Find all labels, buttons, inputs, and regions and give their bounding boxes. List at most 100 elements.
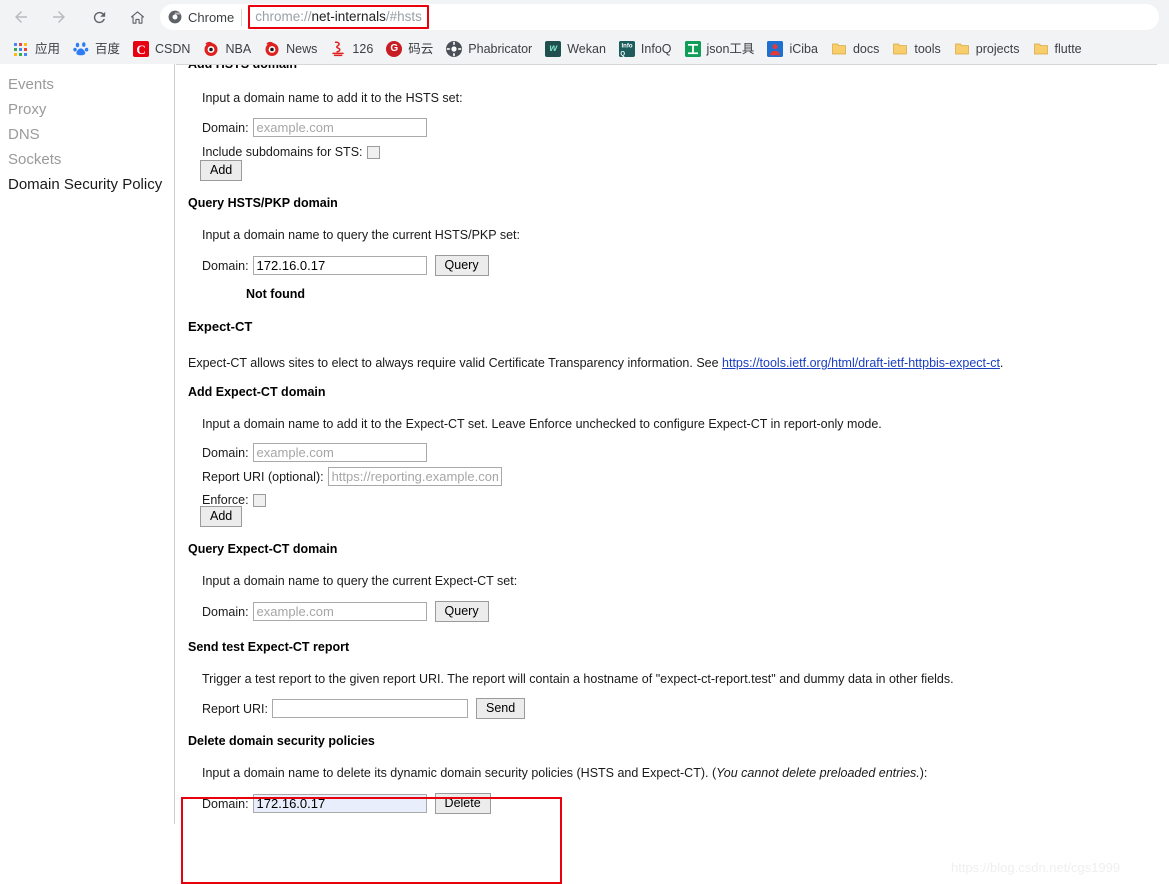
sidebar: Events Proxy DNS Sockets Domain Security… [0,64,175,824]
iciba-icon [767,41,784,57]
section-add-hsts: Add HSTS domain [188,64,1148,72]
add-expect-ct-domain-input[interactable] [252,443,427,462]
add-hsts-add-button[interactable]: Add [200,160,243,181]
bookmark-label: iCiba [789,42,818,56]
126-mail-icon [330,41,346,57]
forward-button[interactable] [44,2,74,32]
chrome-badge-label: Chrome [188,9,235,25]
bookmark-infoq[interactable]: Info Q InfoQ [613,38,678,60]
query-hsts-query-button[interactable]: Query [434,255,489,276]
json-tool-icon [684,41,701,57]
folder-icon [954,41,970,57]
delete-policies-description-end: ): [919,766,928,780]
bookmark-label: docs [852,42,880,56]
sidebar-item-sockets[interactable]: Sockets [0,147,174,172]
sidebar-item-dns[interactable]: DNS [0,122,174,147]
folder-icon [1033,41,1049,57]
add-expect-ct-report-uri-input[interactable] [327,467,502,486]
expect-ct-heading: Expect-CT [188,319,253,334]
sidebar-item-events[interactable]: Events [0,72,174,97]
bookmark-phabricator[interactable]: Phabricator [440,38,538,60]
add-hsts-description: Input a domain name to add it to the HST… [202,91,463,105]
address-bar[interactable]: Chrome chrome://net-internals/#hsts [160,4,1159,30]
url-fragment: /#hsts [385,9,422,24]
delete-policies-heading: Delete domain security policies [188,734,375,748]
query-expect-ct-domain-row: Domain: Query [202,601,489,622]
query-expect-ct-domain-input[interactable] [252,602,427,621]
expect-ct-description-suffix: . [999,356,1004,370]
section-divider [176,64,1157,65]
bookmarks-bar: 应用 百度 C CSDN NBA News 126 G 码云 Phabricat… [0,34,1169,64]
chrome-logo-icon [168,10,182,24]
bookmark-wekan[interactable]: w Wekan [539,38,612,60]
add-expect-ct-heading: Add Expect-CT domain [188,385,326,399]
query-hsts-description: Input a domain name to query the current… [202,228,520,242]
add-hsts-heading: Add HSTS domain [188,64,298,71]
delete-policies-domain-label: Domain: [202,796,249,811]
sina-icon [203,41,219,57]
delete-policies-description-main: Input a domain name to delete its dynami… [202,766,717,780]
query-expect-ct-query-button[interactable]: Query [434,601,489,622]
add-hsts-subdomains-checkbox[interactable] [366,145,380,159]
bookmark-baidu[interactable]: 百度 [67,38,126,60]
bookmark-126[interactable]: 126 [324,38,379,60]
bookmark-label: json工具 [706,42,755,56]
svg-text:Q: Q [620,51,625,57]
query-hsts-heading: Query HSTS/PKP domain [188,196,338,210]
add-expect-ct-add-button[interactable]: Add [200,506,243,527]
bookmark-gitee[interactable]: G 码云 [380,38,439,60]
bookmark-json-tool[interactable]: json工具 [679,38,761,60]
bookmark-label: 126 [352,42,374,56]
bookmark-label: Phabricator [468,42,533,56]
send-report-uri-row: Report URI: Send [202,698,526,719]
csdn-icon: C [133,41,150,57]
url-scheme: chrome:// [255,9,312,24]
expect-ct-spec-link[interactable]: https://tools.ietf.org/html/draft-ietf-h… [722,356,1000,370]
bookmark-label: 码云 [408,42,434,56]
bookmark-iciba[interactable]: iCiba [761,38,824,60]
bookmark-label: NBA [225,42,252,56]
delete-policies-domain-input[interactable] [252,794,427,813]
bookmark-news[interactable]: News [258,38,323,60]
add-expect-ct-report-uri-label: Report URI (optional): [202,469,324,484]
add-hsts-domain-row: Domain: [202,118,427,137]
bookmark-tools[interactable]: tools [886,38,946,60]
home-button[interactable] [122,2,152,32]
bookmark-flutter[interactable]: flutte [1027,38,1088,60]
add-expect-ct-domain-row: Domain: [202,443,427,462]
bookmark-label: InfoQ [640,42,672,56]
bookmark-docs[interactable]: docs [825,38,885,60]
add-expect-ct-description: Input a domain name to add it to the Exp… [202,417,882,431]
delete-policies-domain-row: Domain: Delete [202,793,491,814]
gitee-icon: G [386,41,403,57]
delete-policies-description-italic: You cannot delete preloaded entries. [716,766,920,780]
bookmark-nba[interactable]: NBA [197,38,257,60]
query-expect-ct-heading: Query Expect-CT domain [188,542,338,556]
delete-policies-delete-button[interactable]: Delete [434,793,491,814]
send-report-send-button[interactable]: Send [476,698,526,719]
sidebar-item-domain-security-policy[interactable]: Domain Security Policy [0,172,174,197]
chrome-badge: Chrome [168,8,243,26]
url-highlight-box: chrome://net-internals/#hsts [248,5,429,29]
baidu-icon [73,41,89,57]
send-report-heading: Send test Expect-CT report [188,640,350,654]
browser-chrome: Chrome chrome://net-internals/#hsts 应用 百… [0,0,1169,64]
reload-button[interactable] [84,2,114,32]
url-host: net-internals [311,9,386,24]
bookmark-label: tools [914,42,941,56]
query-expect-ct-domain-label: Domain: [202,604,249,619]
add-expect-ct-enforce-checkbox[interactable] [252,493,266,507]
bookmark-projects[interactable]: projects [948,38,1026,60]
bookmark-csdn[interactable]: C CSDN [127,38,196,60]
bookmark-apps[interactable]: 应用 [7,38,66,60]
add-hsts-domain-input[interactable] [252,118,427,137]
wekan-icon: w [545,41,562,57]
folder-icon [892,41,908,57]
send-report-uri-input[interactable] [272,699,468,718]
query-hsts-domain-input[interactable] [252,256,427,275]
reload-icon [93,11,105,23]
back-button[interactable] [6,2,36,32]
infoq-icon: Info Q [618,41,635,57]
sidebar-item-proxy[interactable]: Proxy [0,97,174,122]
add-hsts-subdomains-label: Include subdomains for STS: [202,145,363,159]
